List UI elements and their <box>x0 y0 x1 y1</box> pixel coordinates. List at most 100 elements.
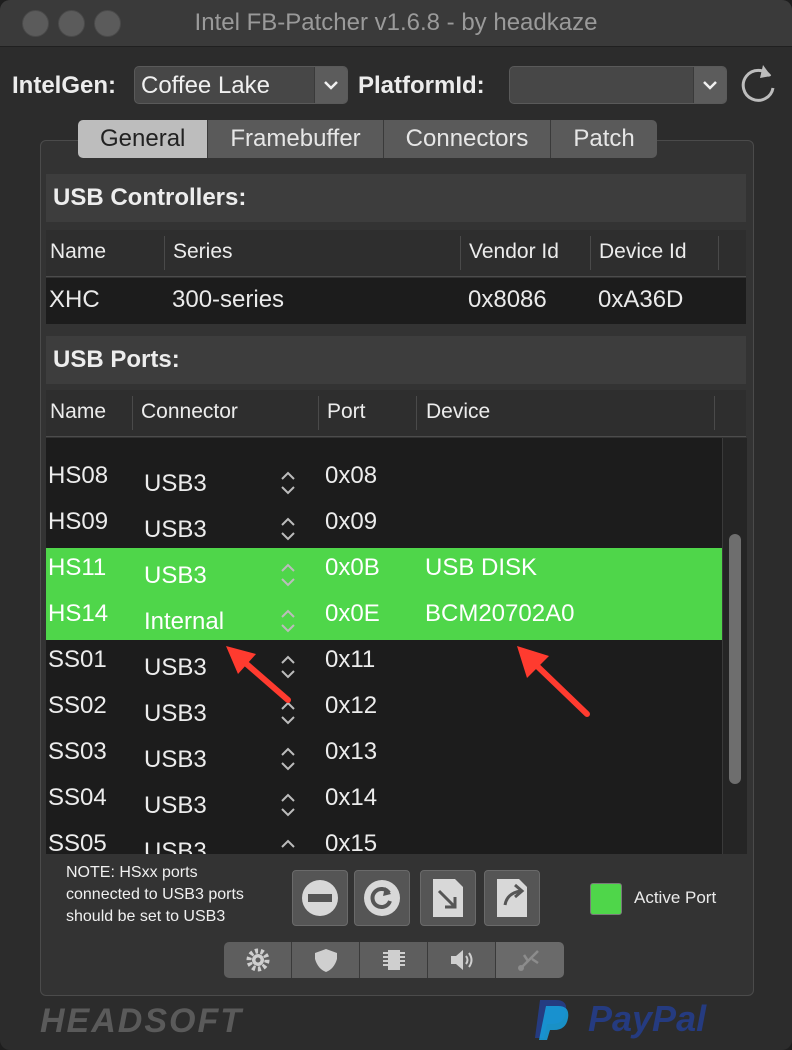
connector-stepper[interactable] <box>280 470 296 503</box>
paypal-donate-button[interactable]: PayPal <box>530 996 730 1042</box>
intelgen-select[interactable]: Coffee Lake <box>134 66 348 104</box>
bottom-tab-bar <box>224 942 564 978</box>
port-number: 0x11 <box>325 646 376 673</box>
controller-series: 300-series <box>172 286 285 313</box>
refresh-ports-button[interactable] <box>354 870 410 926</box>
port-device: BCM20702A0 <box>425 600 575 627</box>
usb-ports-list[interactable]: HS06 USB3 0x06 HS08USB30x08HS09USB30x09H… <box>46 438 722 854</box>
port-connector[interactable]: USB3 <box>144 746 207 774</box>
port-name: SS04 <box>48 784 107 811</box>
port-connector[interactable]: USB3 <box>144 470 207 498</box>
tab-patch[interactable]: Patch <box>551 120 657 158</box>
connector-stepper[interactable] <box>280 792 296 825</box>
gear-icon <box>246 948 270 972</box>
table-row[interactable]: SS01 USB3 0x11 <box>46 640 722 686</box>
port-name: HS09 <box>48 508 109 535</box>
paypal-wordmark: PayPal <box>588 998 707 1039</box>
gear-tab-button[interactable] <box>224 942 292 978</box>
usb3-note: NOTE: HSxx ports connected to USB3 ports… <box>66 862 244 928</box>
active-port-label: Active Port <box>634 888 717 907</box>
column-header-device-id[interactable]: Device Id <box>599 240 687 264</box>
usb-icon <box>518 950 539 971</box>
window-title: Intel FB-Patcher v1.6.8 - by headkaze <box>194 9 598 36</box>
port-connector[interactable]: USB3 <box>144 792 207 820</box>
usb-ports-heading: USB Ports: <box>46 336 746 384</box>
usb-controllers-heading: USB Controllers: <box>46 174 746 222</box>
table-row[interactable]: HS08 USB3 0x08 <box>46 456 722 502</box>
note-line: should be set to USB3 <box>66 908 226 925</box>
app-window: Intel FB-Patcher v1.6.8 - by headkaze In… <box>0 0 792 1050</box>
controller-name: XHC <box>49 286 100 313</box>
port-number: 0x0B <box>325 554 380 581</box>
tab-general[interactable]: General <box>78 120 209 158</box>
controller-device-id: 0xA36D <box>598 286 684 313</box>
column-header-vendor-id[interactable]: Vendor Id <box>469 240 559 264</box>
connector-stepper[interactable] <box>280 838 296 854</box>
export-button[interactable] <box>484 870 540 926</box>
headsoft-logo: HEADSOFT <box>40 1002 243 1040</box>
tab-framebuffer[interactable]: Framebuffer <box>208 120 384 158</box>
import-icon <box>433 879 463 917</box>
chip-icon <box>383 950 405 970</box>
column-header-name[interactable]: Name <box>50 240 106 264</box>
port-connector[interactable]: USB3 <box>144 654 207 682</box>
connector-stepper[interactable] <box>280 746 296 779</box>
port-number: 0x09 <box>325 508 378 535</box>
port-connector[interactable]: USB3 <box>144 516 207 544</box>
shield-tab-button[interactable] <box>292 942 360 978</box>
port-number: 0x14 <box>325 784 378 811</box>
table-row[interactable]: HS09 USB3 0x09 <box>46 502 722 548</box>
port-name: SS03 <box>48 738 107 765</box>
table-row[interactable]: SS05 USB3 0x15 <box>46 824 722 854</box>
note-line: connected to USB3 ports <box>66 886 244 903</box>
speaker-tab-button[interactable] <box>428 942 496 978</box>
platformid-label: PlatformId: <box>358 72 485 99</box>
remove-port-button[interactable] <box>292 870 348 926</box>
port-number: 0x12 <box>325 692 378 719</box>
connector-stepper[interactable] <box>280 608 296 641</box>
refresh-icon <box>364 880 400 916</box>
active-port-swatch <box>590 883 622 915</box>
table-row[interactable]: HS06 USB3 0x06 <box>46 438 722 452</box>
title-bar: Intel FB-Patcher v1.6.8 - by headkaze <box>0 0 792 47</box>
table-row[interactable]: HS11 USB3 0x0B USB DISK <box>46 548 722 594</box>
scrollbar-thumb[interactable] <box>729 534 741 784</box>
chip-tab-button[interactable] <box>360 942 428 978</box>
column-header-series[interactable]: Series <box>173 240 233 264</box>
port-connector[interactable]: Internal <box>144 608 224 636</box>
port-name: SS02 <box>48 692 107 719</box>
port-connector[interactable]: USB3 <box>144 838 207 854</box>
column-header-port[interactable]: Port <box>327 400 366 424</box>
import-button[interactable] <box>420 870 476 926</box>
refresh-icon[interactable] <box>736 62 780 106</box>
ports-table-header: Name Connector Port Device <box>46 390 746 437</box>
port-number: 0x13 <box>325 738 378 765</box>
platformid-select[interactable] <box>509 66 727 104</box>
connector-stepper[interactable] <box>280 562 296 595</box>
chevron-down-icon[interactable] <box>314 67 347 103</box>
tab-connectors[interactable]: Connectors <box>383 120 552 158</box>
port-connector[interactable]: USB3 <box>144 700 207 728</box>
port-number: 0x08 <box>325 462 378 489</box>
port-name: SS05 <box>48 830 107 854</box>
column-header-device[interactable]: Device <box>426 400 490 424</box>
table-row[interactable]: XHC 300-series 0x8086 0xA36D <box>46 278 746 324</box>
column-header-name[interactable]: Name <box>50 400 106 424</box>
chevron-down-icon[interactable] <box>693 67 726 103</box>
annotation-arrow-icon <box>226 646 291 703</box>
port-connector[interactable]: USB3 <box>144 562 207 590</box>
table-row[interactable]: SS03 USB3 0x13 <box>46 732 722 778</box>
controller-vendor-id: 0x8086 <box>468 286 547 313</box>
ports-scrollbar[interactable] <box>722 438 747 854</box>
paypal-icon <box>535 1000 569 1040</box>
table-row[interactable]: HS14 Internal 0x0E BCM20702A0 <box>46 594 722 640</box>
tab-bar: General Framebuffer Connectors Patch <box>78 120 657 158</box>
table-row[interactable]: SS02 USB3 0x12 <box>46 686 722 732</box>
intelgen-value: Coffee Lake <box>141 72 270 99</box>
usb-tab-button[interactable] <box>496 942 564 978</box>
port-device: USB DISK <box>425 554 538 581</box>
table-row[interactable]: SS04 USB3 0x14 <box>46 778 722 824</box>
column-header-connector[interactable]: Connector <box>141 400 238 424</box>
controllers-table-header: Name Series Vendor Id Device Id <box>46 230 746 277</box>
connector-stepper[interactable] <box>280 516 296 549</box>
